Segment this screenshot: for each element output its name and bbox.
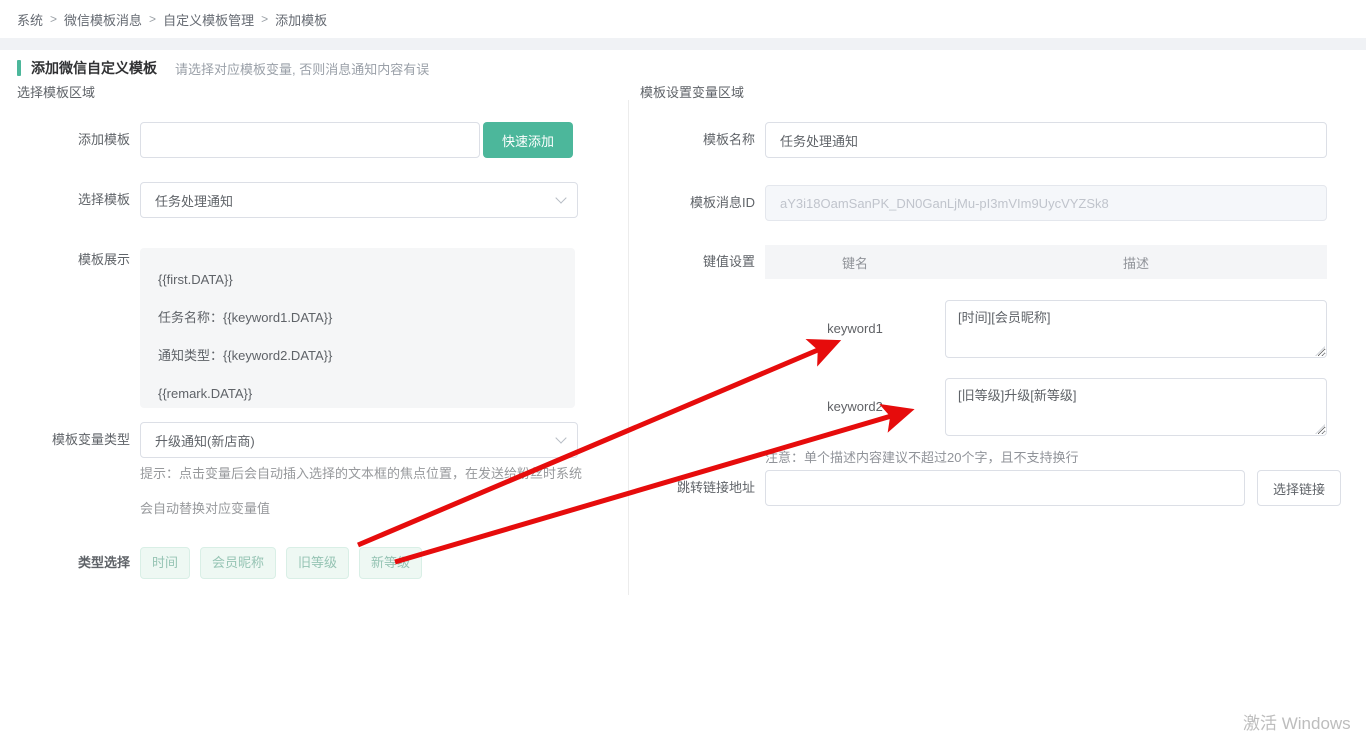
divider-band xyxy=(0,38,1366,50)
title-accent-bar xyxy=(17,60,21,76)
type-select-label: 类型选择 xyxy=(17,547,130,579)
template-name-label: 模板名称 xyxy=(640,122,755,158)
type-chip-group: 时间 会员昵称 旧等级 新等级 xyxy=(140,547,432,579)
right-section-title: 模板设置变量区域 xyxy=(640,82,744,101)
template-preview-line: {{first.DATA}} xyxy=(158,261,557,299)
type-chip-time[interactable]: 时间 xyxy=(140,547,190,579)
chevron-down-icon xyxy=(555,432,566,443)
keyword2-desc-textarea[interactable]: [旧等级]升级[新等级] xyxy=(945,378,1327,436)
key-value-note: 注意：单个描述内容建议不超过20个字，且不支持换行 xyxy=(765,447,1078,466)
template-msg-id-input xyxy=(765,185,1327,221)
breadcrumb-separator: > xyxy=(149,12,156,26)
add-template-input[interactable] xyxy=(140,122,480,158)
breadcrumb-item-custom-template-manage[interactable]: 自定义模板管理 xyxy=(163,10,254,29)
breadcrumb-item-add-template: 添加模板 xyxy=(275,10,327,29)
template-preview-line: {{remark.DATA}} xyxy=(158,375,557,413)
key-name-keyword1: keyword1 xyxy=(765,300,945,358)
template-preview-label: 模板展示 xyxy=(17,250,130,270)
template-preview-line: 通知类型：{{keyword2.DATA}} xyxy=(158,337,557,375)
variable-type-label: 模板变量类型 xyxy=(17,422,130,458)
breadcrumb-item-system[interactable]: 系统 xyxy=(17,10,43,29)
template-preview-box: {{first.DATA}} 任务名称：{{keyword1.DATA}} 通知… xyxy=(140,248,575,408)
page-title-row: 添加微信自定义模板 请选择对应模板变量, 否则消息通知内容有误 xyxy=(17,58,429,78)
variable-type-dropdown[interactable]: 升级通知(新店商) xyxy=(140,422,578,458)
breadcrumb-separator: > xyxy=(261,12,268,26)
template-preview-line: 任务名称：{{keyword1.DATA}} xyxy=(158,299,557,337)
breadcrumb-separator: > xyxy=(50,12,57,26)
column-divider xyxy=(628,100,629,595)
add-template-label: 添加模板 xyxy=(17,122,130,158)
key-column-header: 键名 xyxy=(765,253,945,272)
jump-link-label: 跳转链接地址 xyxy=(640,470,755,506)
breadcrumb-bar: 系统 > 微信模板消息 > 自定义模板管理 > 添加模板 xyxy=(0,0,1366,38)
page: 系统 > 微信模板消息 > 自定义模板管理 > 添加模板 添加微信自定义模板 请… xyxy=(0,0,1366,729)
tip-text-line1: 提示：点击变量后会自动插入选择的文本框的焦点位置，在发送给粉丝时系统 xyxy=(140,463,582,482)
type-chip-member-nickname[interactable]: 会员昵称 xyxy=(200,547,276,579)
select-template-label: 选择模板 xyxy=(17,182,130,218)
key-name-keyword2: keyword2 xyxy=(765,378,945,436)
desc-column-header: 描述 xyxy=(945,253,1327,272)
chevron-down-icon xyxy=(555,192,566,203)
type-chip-new-level[interactable]: 新等级 xyxy=(359,547,422,579)
variable-type-value: 升级通知(新店商) xyxy=(155,431,255,450)
type-chip-old-level[interactable]: 旧等级 xyxy=(286,547,349,579)
windows-activation-watermark: 激活 Windows xyxy=(1243,709,1351,734)
left-section-title: 选择模板区域 xyxy=(17,82,95,101)
key-value-label: 键值设置 xyxy=(640,245,755,279)
breadcrumb: 系统 > 微信模板消息 > 自定义模板管理 > 添加模板 xyxy=(17,0,327,38)
select-template-value: 任务处理通知 xyxy=(155,191,233,210)
keyword1-desc-textarea[interactable]: [时间][会员昵称] xyxy=(945,300,1327,358)
jump-link-input[interactable] xyxy=(765,470,1245,506)
select-template-dropdown[interactable]: 任务处理通知 xyxy=(140,182,578,218)
quick-add-button[interactable]: 快速添加 xyxy=(483,122,573,158)
page-title-hint: 请选择对应模板变量, 否则消息通知内容有误 xyxy=(175,59,429,78)
tip-text-line2: 会自动替换对应变量值 xyxy=(140,498,270,517)
breadcrumb-item-wechat-template-message[interactable]: 微信模板消息 xyxy=(64,10,142,29)
page-title: 添加微信自定义模板 xyxy=(31,58,157,78)
key-value-table-header: 键名 描述 xyxy=(765,245,1327,279)
template-name-input[interactable] xyxy=(765,122,1327,158)
template-msg-id-label: 模板消息ID xyxy=(640,185,755,221)
select-link-button[interactable]: 选择链接 xyxy=(1257,470,1341,506)
